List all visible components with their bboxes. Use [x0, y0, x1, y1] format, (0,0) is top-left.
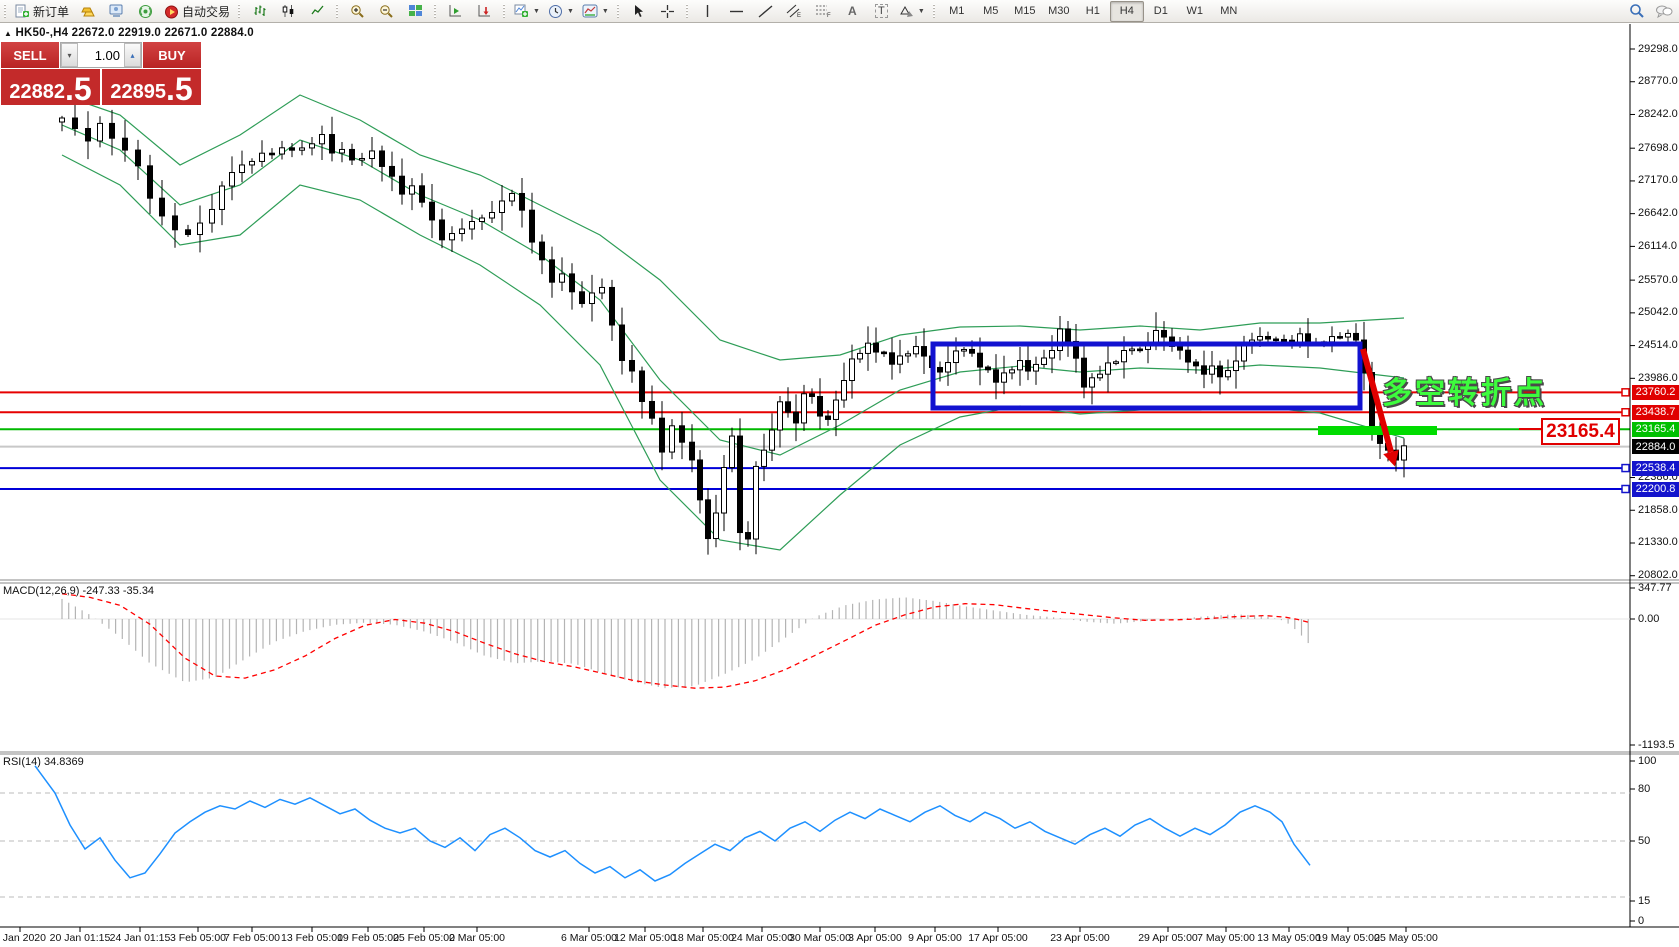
new-order-label: 新订单: [33, 3, 69, 20]
new-chart-icon: [514, 4, 529, 18]
candlestick-chart-button[interactable]: [274, 1, 303, 22]
sell-price-int: 22882: [9, 81, 65, 103]
clock-icon: [548, 4, 563, 19]
tile-windows-button[interactable]: [401, 1, 430, 22]
crosshair-icon: [660, 4, 675, 19]
buy-price-dec: .5: [166, 75, 193, 103]
toolbar-grip: [237, 4, 242, 19]
line-chart-icon: [311, 4, 325, 18]
gold-ingot-icon: [80, 4, 96, 18]
text-label-icon: T: [875, 4, 888, 18]
one-click-trading-widget: SELL ▾ ▴ BUY 22882 .5 22895 .5: [1, 42, 201, 105]
zoom-in-button[interactable]: [343, 1, 372, 22]
auto-trading-button[interactable]: 自动交易: [160, 1, 234, 22]
auto-scroll-icon: [448, 4, 463, 18]
cursor-tool-button[interactable]: [624, 1, 653, 22]
tf-h4-button[interactable]: H4: [1110, 1, 1144, 22]
buy-price-int: 22895: [110, 81, 166, 103]
volume-spinbox: ▾ ▴: [60, 42, 142, 68]
template-button[interactable]: ▼: [578, 1, 613, 22]
toolbar-grip: [433, 4, 438, 19]
new-order-icon: [15, 4, 30, 19]
tf-h1-button[interactable]: H1: [1076, 1, 1110, 22]
tf-mn-button[interactable]: MN: [1212, 1, 1246, 22]
signal-button[interactable]: [131, 1, 160, 22]
signal-icon: [138, 4, 153, 19]
vline-tool-button[interactable]: [693, 1, 722, 22]
channel-tool-button[interactable]: E: [780, 1, 809, 22]
zoom-out-button[interactable]: [372, 1, 401, 22]
tf-m1-button[interactable]: M1: [940, 1, 974, 22]
auto-trading-icon: [164, 4, 179, 19]
buy-button[interactable]: BUY: [143, 42, 201, 68]
toolbar-grip: [502, 4, 507, 19]
sell-price-panel[interactable]: 22882 .5: [1, 69, 100, 105]
chat-icon[interactable]: [1655, 4, 1673, 19]
bar-chart-icon: [253, 4, 267, 18]
chart-canvas: [0, 0, 1679, 947]
tf-m5-button[interactable]: M5: [974, 1, 1008, 22]
toolbar-grip: [932, 4, 937, 19]
sell-button[interactable]: SELL: [1, 42, 59, 68]
search-icon[interactable]: [1629, 3, 1645, 19]
hline-tool-button[interactable]: [722, 1, 751, 22]
chevron-down-icon: ▼: [567, 8, 574, 15]
zoom-out-icon: [379, 4, 394, 19]
trendline-tool-button[interactable]: [751, 1, 780, 22]
text-label-tool-button[interactable]: T: [867, 1, 896, 22]
template-icon: [582, 4, 598, 18]
fibonacci-tool-button[interactable]: F: [809, 1, 838, 22]
text-icon: A: [848, 4, 857, 18]
shapes-icon: [900, 5, 914, 18]
terminal-button[interactable]: [102, 1, 131, 22]
toolbar-grip: [616, 4, 621, 19]
tf-d1-button[interactable]: D1: [1144, 1, 1178, 22]
svg-text:E: E: [797, 13, 801, 18]
buy-price-panel[interactable]: 22895 .5: [102, 69, 201, 105]
new-order-button[interactable]: 新订单: [11, 1, 73, 22]
toolbar-grip: [335, 4, 340, 19]
auto-scroll-button[interactable]: [441, 1, 470, 22]
chevron-down-icon: ▼: [602, 8, 609, 15]
trendline-icon: [758, 5, 773, 18]
cursor-icon: [632, 4, 645, 18]
toolbar-grip: [685, 4, 690, 19]
chart-shift-icon: [477, 4, 492, 18]
chevron-down-icon: ▼: [918, 8, 925, 15]
chevron-down-icon: ▼: [533, 8, 540, 15]
svg-text:F: F: [827, 13, 831, 18]
volume-decrease-button[interactable]: ▾: [61, 43, 78, 67]
text-tool-button[interactable]: A: [838, 1, 867, 22]
vertical-line-icon: [701, 4, 714, 18]
volume-increase-button[interactable]: ▴: [124, 43, 141, 67]
shapes-tool-button[interactable]: ▼: [896, 1, 929, 22]
period-button[interactable]: ▼: [544, 1, 578, 22]
toolbar-grip: [3, 4, 8, 19]
gold-button[interactable]: [73, 1, 102, 22]
volume-input[interactable]: [78, 43, 124, 67]
mt4-window: 新订单 自动交易: [0, 0, 1679, 947]
terminal-icon: [109, 4, 124, 18]
auto-trading-label: 自动交易: [182, 3, 230, 20]
zoom-in-icon: [350, 4, 365, 19]
line-chart-button[interactable]: [303, 1, 332, 22]
tf-w1-button[interactable]: W1: [1178, 1, 1212, 22]
tf-m30-button[interactable]: M30: [1042, 1, 1076, 22]
fibonacci-icon: F: [815, 4, 831, 18]
tf-m15-button[interactable]: M15: [1008, 1, 1042, 22]
chart-shift-button[interactable]: [470, 1, 499, 22]
equidistant-channel-icon: E: [786, 4, 802, 18]
toolbar: 新订单 自动交易: [0, 0, 1679, 23]
tile-windows-icon: [408, 4, 423, 18]
candlestick-chart-icon: [282, 4, 296, 18]
sell-price-dec: .5: [65, 75, 92, 103]
new-chart-button[interactable]: ▼: [510, 1, 544, 22]
bar-chart-button[interactable]: [245, 1, 274, 22]
crosshair-tool-button[interactable]: [653, 1, 682, 22]
horizontal-line-icon: [729, 5, 744, 18]
